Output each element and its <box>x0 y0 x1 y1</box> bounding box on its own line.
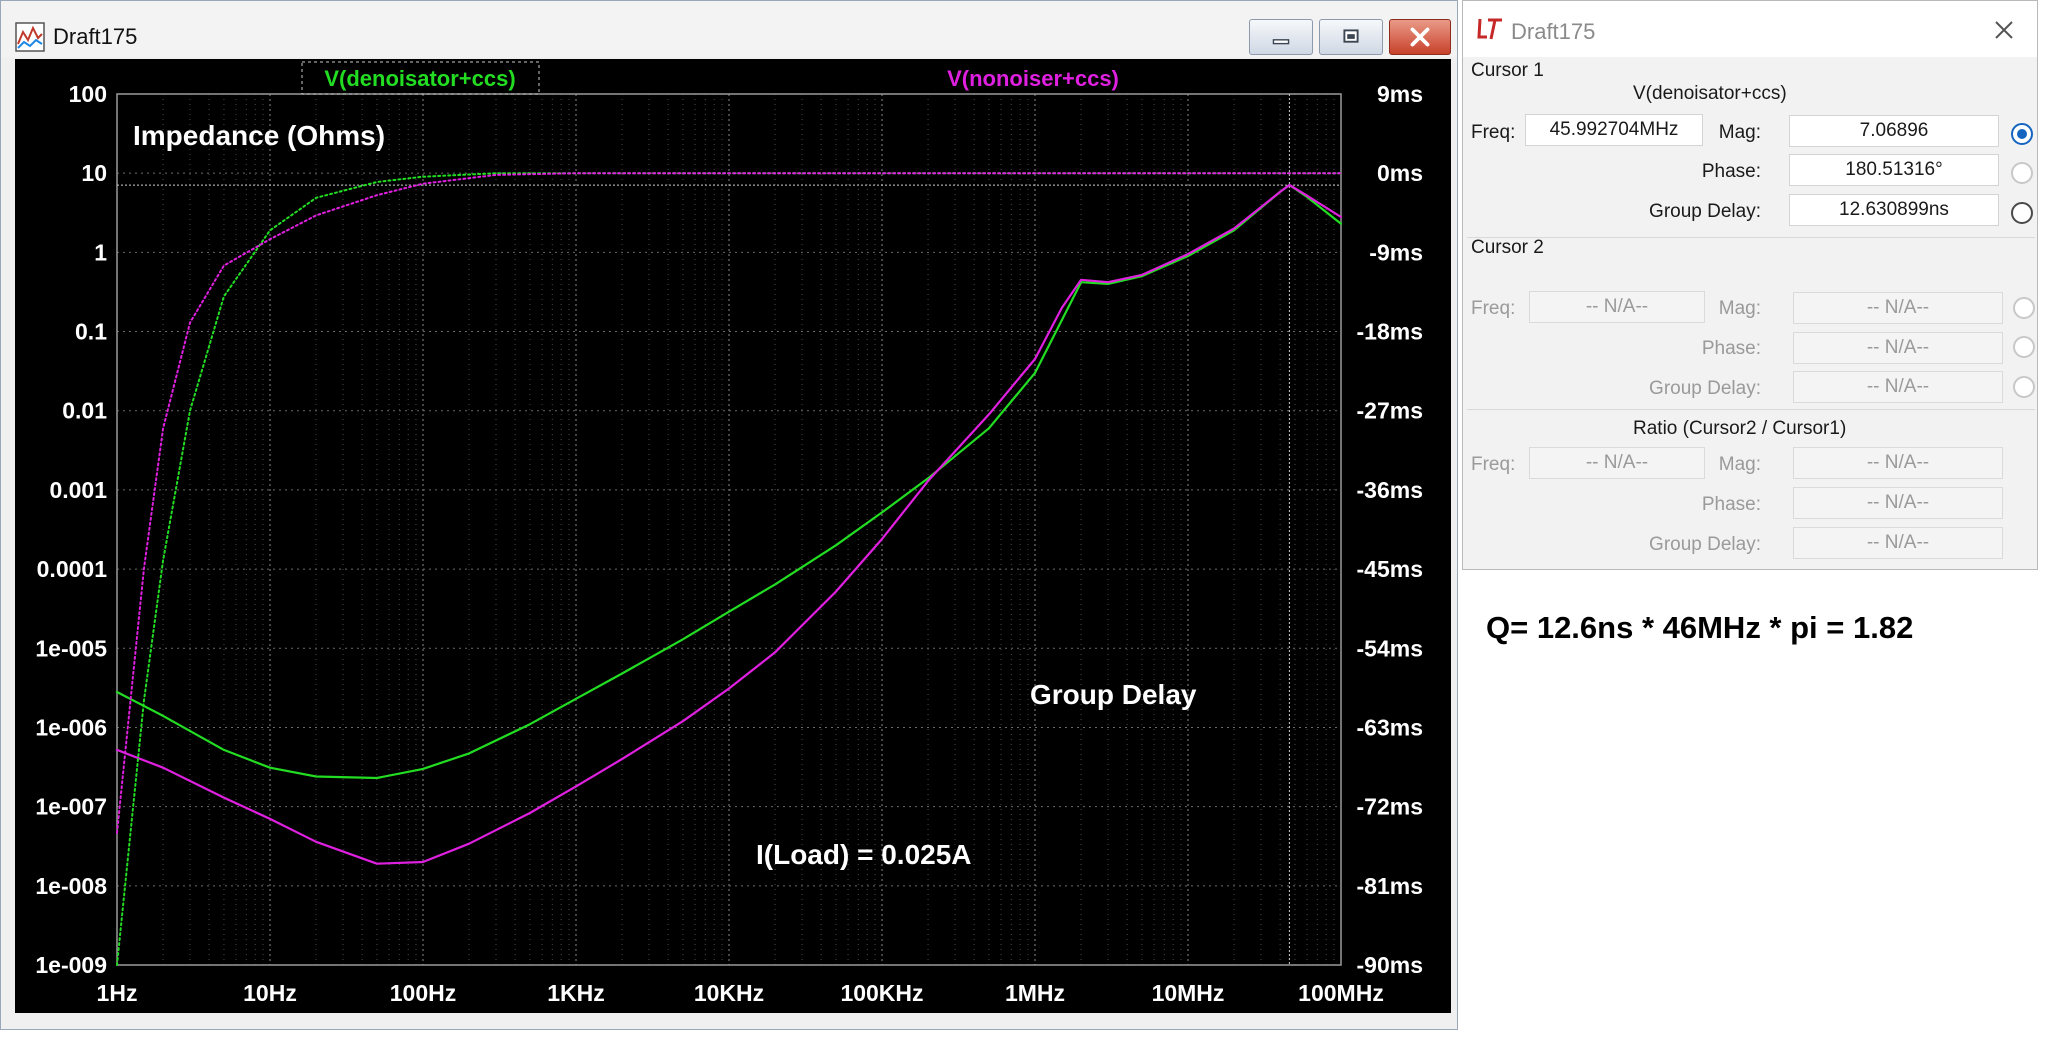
right-axis-tick-label: -63ms <box>1357 714 1423 740</box>
cursor1-mag-radio[interactable] <box>2011 123 2033 145</box>
left-axis-tick-label: 0.01 <box>62 398 107 424</box>
cursor2-group-delay-label: Group Delay: <box>1649 378 1761 399</box>
cursor2-mag-field: -- N/A-- <box>1793 292 2003 324</box>
x-axis-tick-label: 1Hz <box>97 980 138 1006</box>
ratio-group-delay-label: Group Delay: <box>1649 534 1761 555</box>
load-annotation: I(Load) = 0.025A <box>756 839 972 870</box>
cursor1-phase-label: Phase: <box>1701 161 1761 182</box>
left-axis-tick-label: 100 <box>69 81 107 107</box>
right-axis-tick-label: -9ms <box>1369 239 1423 265</box>
ratio-group-delay-field: -- N/A-- <box>1793 527 2003 559</box>
waveform-plot-area[interactable]: 100 10 1 0.1 0.01 0.001 0.0001 1e-005 1e-006 1e-0… <box>15 59 1451 1013</box>
ltspice-logo-icon <box>1477 18 1502 40</box>
x-axis-ticks: 1Hz 10Hz 100Hz 1KHz 10KHz 100KHz 1MHz 10MHz 100M… <box>97 980 1384 1006</box>
plot-window-title: Draft175 <box>53 24 138 49</box>
cursor2-freq-label: Freq: <box>1471 298 1516 319</box>
left-axis-tick-label: 1e-007 <box>35 794 107 820</box>
left-axis-tick-label: 1e-005 <box>35 635 107 661</box>
cursor1-phase-field[interactable]: 180.51316° <box>1789 154 1999 186</box>
ratio-mag-label: Mag: <box>1718 454 1761 475</box>
right-axis-tick-label: -18ms <box>1357 319 1423 345</box>
cursor1-group-delay-field[interactable]: 12.630899ns <box>1789 194 1999 226</box>
x-axis-tick-label: 100KHz <box>840 980 923 1006</box>
left-axis-tick-label: 1e-006 <box>35 714 107 740</box>
x-axis-tick-label: 100MHz <box>1298 980 1384 1006</box>
bode-plot-chart[interactable]: 100 10 1 0.1 0.01 0.001 0.0001 1e-005 1e-006 1e-0… <box>15 59 1451 1013</box>
waveform-app-icon <box>15 22 45 52</box>
cursor2-mag-radio <box>2013 297 2035 319</box>
x-axis-tick-label: 10KHz <box>694 980 764 1006</box>
cursor2-group-delay-field: -- N/A-- <box>1793 371 2003 403</box>
cursor1-mag-field[interactable]: 7.06896 <box>1789 115 1999 147</box>
impedance-annotation: Impedance (Ohms) <box>133 120 385 151</box>
right-axis-tick-label: -81ms <box>1357 873 1423 899</box>
trace-label-denoisator[interactable]: V(denoisator+ccs) <box>324 66 515 91</box>
ratio-phase-label: Phase: <box>1701 494 1761 515</box>
close-button[interactable] <box>1389 19 1451 55</box>
dialog-titlebar[interactable]: Draft175 <box>1463 1 2037 57</box>
q-calculation-note: Q= 12.6ns * 46MHz * pi = 1.82 <box>1486 610 1914 645</box>
cursor2-phase-radio <box>2013 336 2035 358</box>
left-axis-tick-label: 10 <box>81 160 107 186</box>
cursor2-group-delay-radio <box>2013 376 2035 398</box>
ratio-phase-field: -- N/A-- <box>1793 487 2003 519</box>
separator <box>1467 409 2035 410</box>
cursor1-freq-label: Freq: <box>1471 122 1516 143</box>
left-axis-tick-label: 0.1 <box>75 319 107 345</box>
left-axis-tick-label: 0.001 <box>49 477 107 503</box>
cursor1-mag-label: Mag: <box>1718 122 1761 143</box>
separator <box>1467 237 2035 238</box>
minimize-icon <box>1272 39 1290 45</box>
dialog-title: Draft175 <box>1511 19 1596 44</box>
trace-label-nonoiser[interactable]: V(nonoiser+ccs) <box>947 66 1119 91</box>
right-axis-tick-label: 0ms <box>1377 160 1423 186</box>
cursor1-group-delay-radio[interactable] <box>2011 202 2033 224</box>
group-delay-annotation: Group Delay <box>1030 679 1197 710</box>
close-icon <box>1410 27 1430 47</box>
cursor1-trace-name: V(denoisator+ccs) <box>1633 83 1787 104</box>
cursor1-phase-radio[interactable] <box>2011 162 2033 184</box>
cursor2-header: Cursor 2 <box>1471 237 1544 258</box>
right-axis-tick-label: -54ms <box>1357 635 1423 661</box>
cursor2-phase-label: Phase: <box>1701 338 1761 359</box>
maximize-button[interactable] <box>1319 19 1383 55</box>
cursor-dialog: Draft175 Cursor 1 V(denoisator+ccs) Freq… <box>1462 0 2038 570</box>
ratio-header: Ratio (Cursor2 / Cursor1) <box>1633 418 1847 439</box>
ratio-mag-field: -- N/A-- <box>1793 447 2003 479</box>
plot-window: Draft175 100 10 1 0.1 0.01 0.001 0.0001 1e-005 1… <box>0 0 1458 1030</box>
x-axis-tick-label: 10MHz <box>1152 980 1225 1006</box>
left-axis-tick-label: 1e-008 <box>35 873 107 899</box>
cursor2-phase-field: -- N/A-- <box>1793 332 2003 364</box>
right-axis-tick-label: -27ms <box>1357 398 1423 424</box>
restore-icon <box>1343 29 1359 43</box>
x-axis-tick-label: 1MHz <box>1005 980 1065 1006</box>
right-axis-tick-label: -45ms <box>1357 556 1423 582</box>
left-axis-tick-label: 1e-009 <box>35 952 107 978</box>
minimize-button[interactable] <box>1249 19 1313 55</box>
x-axis-tick-label: 100Hz <box>390 980 456 1006</box>
cursor1-group-delay-label: Group Delay: <box>1649 201 1761 222</box>
plot-titlebar[interactable]: Draft175 <box>1 1 1457 57</box>
right-axis-tick-label: -36ms <box>1357 477 1423 503</box>
cursor2-mag-label: Mag: <box>1718 298 1761 319</box>
ratio-freq-label: Freq: <box>1471 454 1516 475</box>
right-axis-tick-label: 9ms <box>1377 81 1423 107</box>
left-axis-ticks: 100 10 1 0.1 0.01 0.001 0.0001 1e-005 1e-006 1e-0… <box>35 81 107 978</box>
close-icon[interactable] <box>1989 15 2019 45</box>
x-axis-tick-label: 10Hz <box>243 980 297 1006</box>
left-axis-tick-label: 0.0001 <box>37 556 108 582</box>
right-axis-tick-label: -90ms <box>1357 952 1423 978</box>
left-axis-tick-label: 1 <box>94 239 107 265</box>
right-axis-tick-label: -72ms <box>1357 794 1423 820</box>
cursor1-header: Cursor 1 <box>1471 60 1544 81</box>
x-axis-tick-label: 1KHz <box>547 980 605 1006</box>
right-axis-ticks: 9ms 0ms -9ms -18ms -27ms -36ms -45ms -54ms -63ms… <box>1357 81 1423 978</box>
